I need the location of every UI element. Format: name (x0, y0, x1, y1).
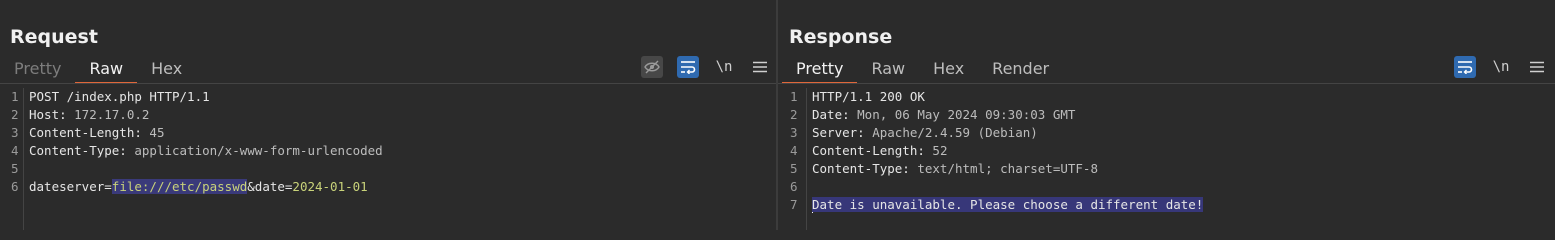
response-pane: Response Pretty Raw Hex Render \n 1 HTTP… (778, 0, 1555, 230)
line-number: 7 (790, 197, 798, 212)
request-body: dateserver=file:///etc/passwd&date=2024-… (29, 178, 368, 196)
header-value: 52 (932, 143, 948, 158)
response-tab-rule (778, 83, 1555, 84)
request-line-text: POST /index.php HTTP/1.1 (29, 89, 210, 104)
body-param-name: &date= (247, 179, 293, 194)
header-key: Date: (812, 107, 858, 122)
line-number: 2 (790, 107, 798, 122)
response-header: Server: Apache/2.4.59 (Debian) (812, 124, 1038, 142)
wrap-lines-icon[interactable] (1454, 56, 1476, 78)
line-number: 1 (790, 89, 798, 104)
request-header: Content-Type: application/x-www-form-url… (29, 142, 383, 160)
request-tab-hex[interactable]: Hex (137, 58, 196, 84)
newline-toggle[interactable]: \n (1490, 59, 1512, 75)
response-header: Content-Type: text/html; charset=UTF-8 (812, 160, 1098, 178)
response-tab-render[interactable]: Render (978, 58, 1063, 84)
body-param-value: 2024-01-01 (292, 179, 368, 194)
line-number: 1 (11, 89, 19, 104)
line-number: 2 (11, 107, 19, 122)
request-tab-raw[interactable]: Raw (75, 58, 137, 84)
header-value: Mon, 06 May 2024 09:30:03 GMT (857, 107, 1076, 122)
response-status-line: HTTP/1.1 200 OK (812, 88, 925, 106)
line-number: 6 (790, 179, 798, 194)
header-key: Content-Length: (812, 143, 933, 158)
header-value: 172.17.0.2 (74, 107, 150, 122)
line-number: 5 (790, 161, 798, 176)
response-body-selected: Date is unavailable. Please choose a dif… (812, 197, 1204, 212)
request-tab-pretty[interactable]: Pretty (0, 58, 75, 84)
response-editor[interactable]: 1 HTTP/1.1 200 OK 2 Date: Mon, 06 May 20… (778, 88, 1555, 230)
response-tab-pretty[interactable]: Pretty (782, 58, 858, 84)
body-param-value-selected: file:///etc/passwd (111, 179, 248, 194)
request-title: Request (10, 26, 98, 48)
response-tab-raw[interactable]: Raw (857, 58, 919, 84)
response-line-text: HTTP/1.1 200 OK (812, 89, 925, 104)
header-key: Server: (812, 125, 873, 140)
body-param-name: dateserver= (29, 179, 112, 194)
response-header: Date: Mon, 06 May 2024 09:30:03 GMT (812, 106, 1075, 124)
request-tab-rule (0, 83, 777, 84)
header-key: Host: (29, 107, 75, 122)
response-tabs: Pretty Raw Hex Render (782, 58, 1063, 84)
response-title: Response (789, 26, 893, 48)
line-number: 4 (790, 143, 798, 158)
request-editor[interactable]: 1 POST /index.php HTTP/1.1 2 Host: 172.1… (0, 88, 777, 230)
response-tab-hex[interactable]: Hex (919, 58, 978, 84)
header-key: Content-Type: (29, 143, 135, 158)
header-value: application/x-www-form-urlencoded (134, 143, 383, 158)
line-number: 3 (790, 125, 798, 140)
request-line: POST /index.php HTTP/1.1 (29, 88, 210, 106)
header-key: Content-Type: (812, 161, 918, 176)
request-tabs: Pretty Raw Hex (0, 58, 196, 84)
response-header: Content-Length: 52 (812, 142, 947, 160)
response-toolbar: \n (1454, 56, 1548, 78)
newline-toggle[interactable]: \n (713, 59, 735, 75)
hide-whitespace-icon[interactable] (641, 56, 663, 78)
request-toolbar: \n (641, 56, 771, 78)
menu-icon[interactable] (1526, 56, 1548, 78)
request-header: Host: 172.17.0.2 (29, 106, 149, 124)
line-number: 5 (11, 161, 19, 176)
response-body: Date is unavailable. Please choose a dif… (812, 196, 1204, 214)
menu-icon[interactable] (749, 56, 771, 78)
line-number: 3 (11, 125, 19, 140)
header-value: Apache/2.4.59 (Debian) (872, 125, 1038, 140)
header-value: 45 (149, 125, 165, 140)
line-number: 6 (11, 179, 19, 194)
header-key: Content-Length: (29, 125, 150, 140)
request-pane: Request Pretty Raw Hex \n 1 POST /index.… (0, 0, 777, 230)
wrap-lines-icon[interactable] (677, 56, 699, 78)
line-number: 4 (11, 143, 19, 158)
request-header: Content-Length: 45 (29, 124, 164, 142)
header-value: text/html; charset=UTF-8 (917, 161, 1098, 176)
